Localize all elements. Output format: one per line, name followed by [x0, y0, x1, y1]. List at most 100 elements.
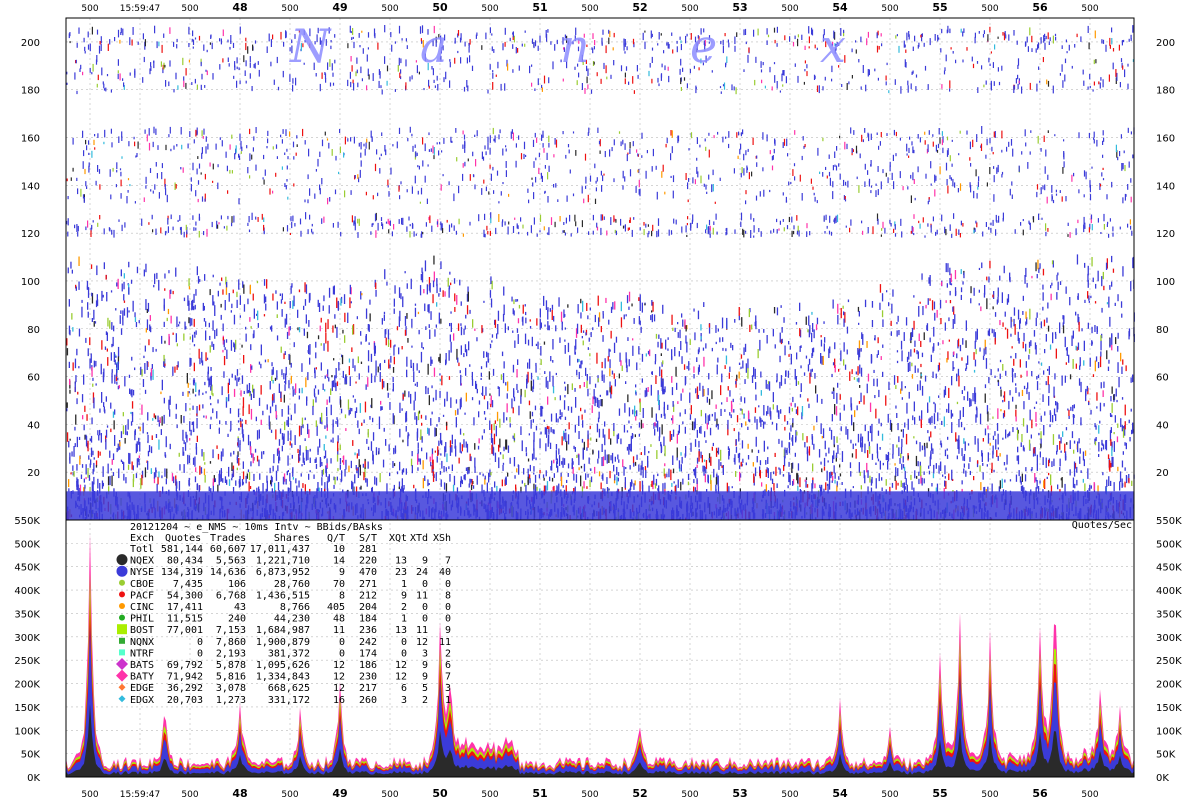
- data-point: [431, 359, 433, 364]
- data-point: [430, 418, 432, 426]
- data-point: [952, 319, 954, 329]
- data-point: [92, 450, 94, 456]
- data-point: [754, 368, 756, 379]
- data-point: [1026, 425, 1028, 433]
- data-point: [1050, 474, 1052, 486]
- data-point: [962, 281, 964, 285]
- data-point: [381, 406, 383, 410]
- data-point: [252, 384, 254, 393]
- data-point: [69, 389, 71, 394]
- data-point: [433, 255, 435, 265]
- data-point: [388, 444, 390, 452]
- data-point: [755, 315, 757, 327]
- data-point: [202, 404, 204, 409]
- data-point: [599, 394, 601, 397]
- data-point: [585, 332, 587, 336]
- data-point: [914, 365, 916, 373]
- data-point: [1043, 425, 1045, 436]
- data-point: [578, 415, 580, 426]
- data-point: [860, 367, 863, 377]
- data-point: [765, 379, 767, 389]
- data-point: [890, 423, 893, 432]
- data-point: [184, 442, 187, 451]
- data-point: [833, 436, 835, 446]
- data-point: [753, 367, 755, 377]
- data-point: [533, 472, 535, 475]
- data-point: [1103, 403, 1105, 407]
- data-point: [807, 364, 810, 372]
- data-point: [672, 401, 674, 407]
- data-point: [914, 340, 916, 347]
- data-point: [1028, 439, 1031, 450]
- data-point: [747, 410, 750, 420]
- data-point: [483, 351, 485, 358]
- data-point: [146, 432, 149, 435]
- data-point: [856, 378, 858, 382]
- data-point: [1122, 483, 1124, 487]
- data-point: [892, 289, 894, 297]
- data-point: [1069, 297, 1071, 306]
- data-point: [67, 267, 69, 274]
- data-point: [106, 425, 109, 428]
- chart-canvas: Nanex 500 15:59:47 500 48 500 49 500 50 500 51 500…: [14, 1, 1182, 800]
- data-point: [214, 330, 216, 339]
- data-point: [663, 407, 665, 417]
- data-point: [402, 296, 404, 308]
- data-point: [187, 391, 189, 397]
- data-point: [422, 478, 424, 489]
- data-point: [271, 376, 273, 381]
- data-point: [381, 318, 383, 325]
- data-point: [937, 365, 940, 372]
- data-point: [1074, 483, 1076, 489]
- data-point: [567, 434, 570, 445]
- data-point: [423, 289, 425, 294]
- data-point: [1059, 441, 1061, 450]
- data-point: [566, 479, 568, 483]
- data-point: [650, 444, 652, 447]
- data-point: [1062, 315, 1064, 320]
- data-point: [1085, 390, 1087, 402]
- data-point: [1031, 419, 1033, 429]
- data-point: [831, 414, 833, 422]
- data-point: [814, 483, 816, 489]
- data-point: [994, 375, 996, 378]
- data-point: [650, 315, 652, 321]
- data-point: [582, 340, 584, 346]
- data-point: [312, 405, 314, 416]
- data-point: [494, 481, 496, 488]
- data-point: [833, 444, 835, 448]
- data-point: [407, 338, 409, 343]
- data-point: [579, 385, 581, 389]
- data-point: [365, 384, 367, 390]
- data-point: [977, 460, 979, 464]
- data-point: [894, 463, 896, 466]
- data-point: [178, 452, 180, 457]
- data-point: [139, 426, 141, 432]
- data-point: [1049, 424, 1051, 428]
- data-point: [194, 394, 197, 397]
- data-point: [106, 292, 108, 302]
- data-point: [632, 345, 634, 356]
- data-point: [424, 475, 426, 481]
- data-point: [1098, 454, 1100, 457]
- data-point: [198, 390, 200, 396]
- data-point: [730, 414, 732, 419]
- data-point: [292, 467, 294, 474]
- data-point: [383, 311, 386, 315]
- data-point: [587, 388, 589, 397]
- data-point: [222, 448, 224, 457]
- data-point: [588, 457, 590, 464]
- data-point: [928, 396, 931, 403]
- data-point: [259, 473, 261, 480]
- data-point: [194, 335, 196, 338]
- data-point: [987, 425, 989, 430]
- data-point: [120, 328, 123, 335]
- data-point: [897, 468, 899, 477]
- data-point: [210, 375, 212, 387]
- data-point: [279, 428, 282, 434]
- data-point: [268, 415, 270, 427]
- data-point: [645, 353, 647, 357]
- data-point: [803, 372, 806, 376]
- data-point: [450, 322, 452, 332]
- data-point: [715, 424, 717, 428]
